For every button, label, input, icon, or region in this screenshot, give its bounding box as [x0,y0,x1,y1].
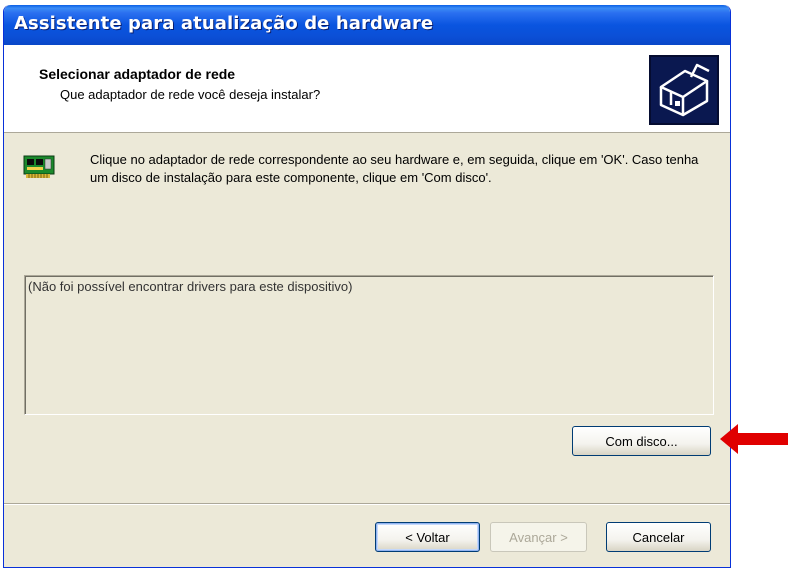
wizard-header: Selecionar adaptador de rede Que adaptad… [4,45,730,133]
network-adapter-hardware-icon [649,55,719,125]
network-card-icon [22,153,58,183]
title-bar[interactable]: Assistente para atualização de hardware [4,5,730,45]
red-arrow-annotation [720,423,790,455]
footer-divider [4,503,730,505]
next-button[interactable]: Avançar > [490,522,587,552]
no-drivers-message: (Não foi possível encontrar drivers para… [28,279,353,294]
back-button[interactable]: < Voltar [375,522,480,552]
header-title: Selecionar adaptador de rede [39,66,236,82]
window-title: Assistente para atualização de hardware [14,13,434,34]
driver-listbox[interactable]: (Não foi possível encontrar drivers para… [24,275,714,415]
have-disk-button[interactable]: Com disco... [572,426,711,456]
wizard-window: Assistente para atualização de hardware … [3,5,731,568]
instruction-text: Clique no adaptador de rede corresponden… [90,152,699,185]
cancel-button[interactable]: Cancelar [606,522,711,552]
header-subtitle: Que adaptador de rede você deseja instal… [60,87,321,102]
